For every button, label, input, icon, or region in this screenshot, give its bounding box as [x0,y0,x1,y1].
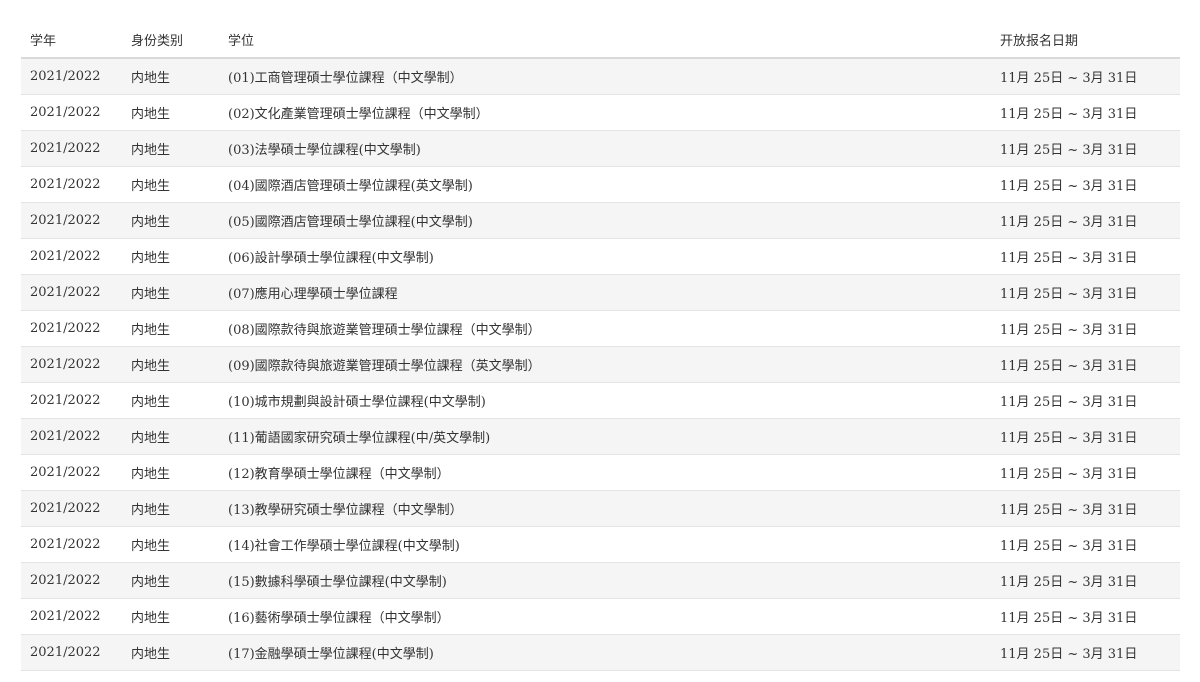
cell-degree: (05)國際酒店管理碩士學位課程(中文學制) [219,202,991,239]
cell-type: 内地生 [122,382,219,419]
table-header-row: 学年 身份类别 学位 开放报名日期 [21,21,1180,59]
cell-year: 2021/2022 [21,130,122,167]
cell-type: 内地生 [122,346,219,383]
cell-type: 内地生 [122,454,219,491]
cell-date: 11月 25日 ~ 3月 31日 [991,202,1180,239]
cell-year: 2021/2022 [21,94,122,131]
cell-date: 11月 25日 ~ 3月 31日 [991,238,1180,275]
cell-degree: (09)國際款待與旅遊業管理碩士學位課程（英文學制） [219,346,991,383]
cell-year: 2021/2022 [21,166,122,203]
table-row: 2021/2022 内地生 (15)數據科學碩士學位課程(中文學制) 11月 2… [21,562,1180,599]
cell-type: 内地生 [122,130,219,167]
cell-degree: (06)設計學碩士學位課程(中文學制) [219,238,991,275]
cell-degree: (03)法學碩士學位課程(中文學制) [219,130,991,167]
cell-type: 内地生 [122,634,219,671]
cell-type: 内地生 [122,598,219,635]
table-row: 2021/2022 内地生 (03)法學碩士學位課程(中文學制) 11月 25日… [21,130,1180,167]
cell-degree: (10)城市規劃與設計碩士學位課程(中文學制) [219,382,991,419]
cell-degree: (07)應用心理學碩士學位課程 [219,274,991,311]
cell-degree: (16)藝術學碩士學位課程（中文學制） [219,598,991,635]
cell-year: 2021/2022 [21,634,122,671]
cell-degree: (15)數據科學碩士學位課程(中文學制) [219,562,991,599]
cell-date: 11月 25日 ~ 3月 31日 [991,310,1180,347]
cell-date: 11月 25日 ~ 3月 31日 [991,130,1180,167]
cell-degree: (17)金融學碩士學位課程(中文學制) [219,634,991,671]
cell-year: 2021/2022 [21,418,122,455]
cell-date: 11月 25日 ~ 3月 31日 [991,418,1180,455]
cell-year: 2021/2022 [21,274,122,311]
cell-date: 11月 25日 ~ 3月 31日 [991,274,1180,311]
cell-degree: (14)社會工作學碩士學位課程(中文學制) [219,526,991,563]
table-row: 2021/2022 内地生 (14)社會工作學碩士學位課程(中文學制) 11月 … [21,526,1180,563]
table-row: 2021/2022 内地生 (06)設計學碩士學位課程(中文學制) 11月 25… [21,238,1180,275]
table-row: 2021/2022 内地生 (12)教育學碩士學位課程（中文學制） 11月 25… [21,454,1180,491]
cell-year: 2021/2022 [21,490,122,527]
cell-year: 2021/2022 [21,598,122,635]
cell-degree: (12)教育學碩士學位課程（中文學制） [219,454,991,491]
table-row: 2021/2022 内地生 (09)國際款待與旅遊業管理碩士學位課程（英文學制）… [21,346,1180,383]
cell-year: 2021/2022 [21,310,122,347]
cell-date: 11月 25日 ~ 3月 31日 [991,346,1180,383]
cell-date: 11月 25日 ~ 3月 31日 [991,526,1180,563]
admissions-table-container: 学年 身份类别 学位 开放报名日期 2021/2022 内地生 (01)工商管理… [21,21,1180,671]
cell-year: 2021/2022 [21,202,122,239]
cell-date: 11月 25日 ~ 3月 31日 [991,634,1180,671]
cell-type: 内地生 [122,526,219,563]
cell-date: 11月 25日 ~ 3月 31日 [991,382,1180,419]
cell-year: 2021/2022 [21,346,122,383]
table-row: 2021/2022 内地生 (16)藝術學碩士學位課程（中文學制） 11月 25… [21,598,1180,635]
header-degree: 学位 [219,21,991,59]
cell-date: 11月 25日 ~ 3月 31日 [991,562,1180,599]
cell-degree: (04)國際酒店管理碩士學位課程(英文學制) [219,166,991,203]
cell-type: 内地生 [122,94,219,131]
cell-type: 内地生 [122,166,219,203]
cell-date: 11月 25日 ~ 3月 31日 [991,490,1180,527]
table-row: 2021/2022 内地生 (02)文化產業管理碩士學位課程（中文學制） 11月… [21,94,1180,131]
cell-date: 11月 25日 ~ 3月 31日 [991,454,1180,491]
table-row: 2021/2022 内地生 (05)國際酒店管理碩士學位課程(中文學制) 11月… [21,202,1180,239]
cell-date: 11月 25日 ~ 3月 31日 [991,166,1180,203]
header-date: 开放报名日期 [991,21,1180,59]
table-row: 2021/2022 内地生 (08)國際款待與旅遊業管理碩士學位課程（中文學制）… [21,310,1180,347]
cell-type: 内地生 [122,562,219,599]
cell-date: 11月 25日 ~ 3月 31日 [991,58,1180,95]
cell-year: 2021/2022 [21,454,122,491]
header-type: 身份类别 [122,21,219,59]
cell-type: 内地生 [122,274,219,311]
cell-degree: (11)葡語國家研究碩士學位課程(中/英文學制) [219,418,991,455]
cell-degree: (02)文化產業管理碩士學位課程（中文學制） [219,94,991,131]
table-row: 2021/2022 内地生 (04)國際酒店管理碩士學位課程(英文學制) 11月… [21,166,1180,203]
cell-degree: (08)國際款待與旅遊業管理碩士學位課程（中文學制） [219,310,991,347]
cell-year: 2021/2022 [21,526,122,563]
cell-type: 内地生 [122,490,219,527]
table-row: 2021/2022 内地生 (07)應用心理學碩士學位課程 11月 25日 ~ … [21,274,1180,311]
table-row: 2021/2022 内地生 (01)工商管理碩士學位課程（中文學制） 11月 2… [21,58,1180,95]
cell-year: 2021/2022 [21,382,122,419]
cell-year: 2021/2022 [21,238,122,275]
header-year: 学年 [21,21,122,59]
table-row: 2021/2022 内地生 (11)葡語國家研究碩士學位課程(中/英文學制) 1… [21,418,1180,455]
table-row: 2021/2022 内地生 (10)城市規劃與設計碩士學位課程(中文學制) 11… [21,382,1180,419]
table-row: 2021/2022 内地生 (17)金融學碩士學位課程(中文學制) 11月 25… [21,634,1180,671]
cell-type: 内地生 [122,202,219,239]
cell-type: 内地生 [122,418,219,455]
cell-type: 内地生 [122,58,219,95]
cell-type: 内地生 [122,238,219,275]
table-row: 2021/2022 内地生 (13)教學研究碩士學位課程（中文學制） 11月 2… [21,490,1180,527]
cell-type: 内地生 [122,310,219,347]
admissions-table: 学年 身份类别 学位 开放报名日期 2021/2022 内地生 (01)工商管理… [21,21,1180,671]
cell-year: 2021/2022 [21,562,122,599]
cell-date: 11月 25日 ~ 3月 31日 [991,598,1180,635]
cell-date: 11月 25日 ~ 3月 31日 [991,94,1180,131]
cell-degree: (01)工商管理碩士學位課程（中文學制） [219,58,991,95]
cell-year: 2021/2022 [21,58,122,95]
cell-degree: (13)教學研究碩士學位課程（中文學制） [219,490,991,527]
